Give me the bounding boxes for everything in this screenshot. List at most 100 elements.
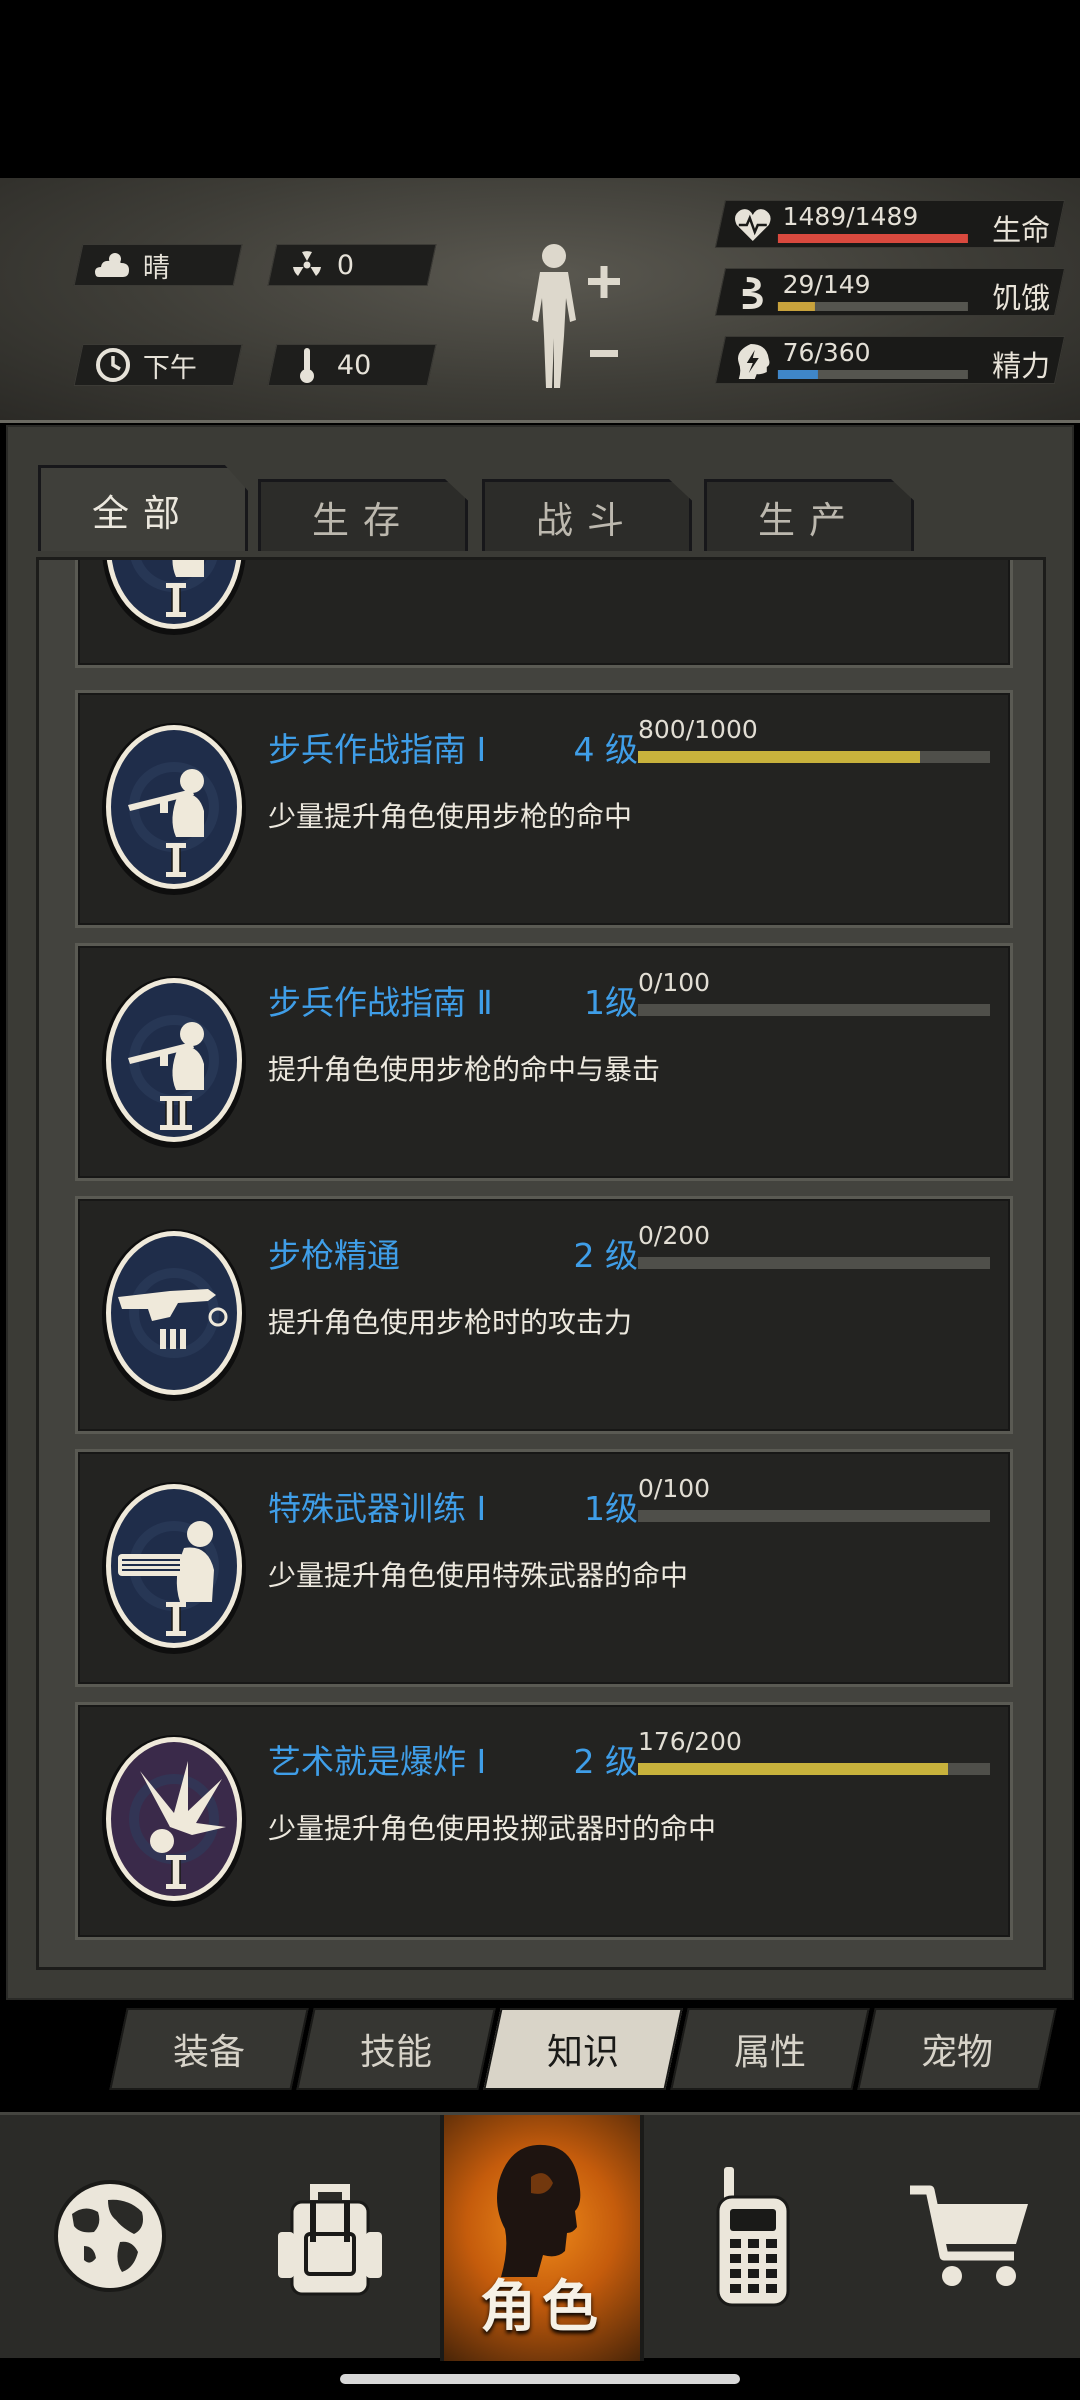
hunger-stat: 29/149 饥饿 — [714, 268, 1066, 316]
hunger-value: 29/149 — [782, 270, 871, 299]
knowledge-progress-text: 0/100 — [638, 968, 711, 997]
knowledge-progress-text: 0/200 — [638, 1221, 711, 1250]
tab-3[interactable]: 生产 — [704, 479, 914, 551]
knowledge-card[interactable]: 步兵作战指南 Ⅱ 1级 0/100 提升角色使用步枪的命中与暴击 — [75, 943, 1013, 1181]
knowledge-progress-fill — [638, 1763, 948, 1775]
rifleman-icon — [100, 719, 248, 899]
knowledge-progress-text: 0/100 — [638, 1474, 711, 1503]
weather-indicator: 晴 — [73, 244, 243, 286]
status-header: 晴 0 下午 40 1489/1489 生命 29/149 饥饿 76/360 … — [0, 178, 1080, 423]
subnav-tab-1[interactable]: 技能 — [296, 2008, 496, 2090]
knowledge-progress-bar — [638, 1004, 990, 1016]
knowledge-description: 少量提升角色使用投掷武器时的命中 — [268, 1812, 717, 1845]
bottom-navigation: 角色 — [0, 2112, 1080, 2361]
explosion-icon — [100, 1731, 248, 1911]
nav-map-button[interactable] — [0, 2115, 220, 2361]
knowledge-card[interactable]: 艺术就是爆炸 Ⅰ 2 级 176/200 少量提升角色使用投掷武器时的命中 — [75, 1702, 1013, 1940]
radiation-value: 0 — [337, 249, 355, 281]
time-of-day-text: 下午 — [143, 352, 197, 384]
health-stat: 1489/1489 生命 — [714, 200, 1066, 248]
tab-0[interactable]: 全部 — [38, 465, 248, 551]
cloud-sun-icon — [91, 244, 135, 286]
hunger-bar-fill — [777, 302, 815, 311]
tab-1[interactable]: 生存 — [258, 479, 468, 551]
radiation-icon — [285, 244, 329, 286]
character-subnav: 装备 技能 知识 属性 宠物 — [0, 2000, 1080, 2110]
subnav-tab-label: 知识 — [546, 2032, 619, 2073]
subnav-tab-0[interactable]: 装备 — [109, 2008, 309, 2090]
subnav-tab-4[interactable]: 宠物 — [857, 2008, 1057, 2090]
knowledge-card[interactable] — [75, 560, 1013, 668]
globe-icon — [50, 2176, 170, 2300]
energy-bar-fill — [777, 370, 818, 379]
rifleman-icon — [100, 972, 248, 1152]
knowledge-progress-bar — [638, 1763, 990, 1775]
hunger-icon — [733, 273, 773, 313]
knowledge-name: 特殊武器训练 Ⅰ — [268, 1489, 487, 1528]
knowledge-progress-fill — [638, 751, 920, 763]
hunger-label: 饥饿 — [992, 281, 1051, 315]
nav-shop-button[interactable] — [862, 2115, 1080, 2361]
energy-value: 76/360 — [782, 338, 871, 367]
backpack-icon — [270, 2174, 390, 2302]
knowledge-progress-text: 800/1000 — [638, 715, 758, 744]
knowledge-level: 2 级 — [573, 1742, 639, 1781]
hunger-bar — [777, 302, 968, 311]
knowledge-description: 少量提升角色使用步枪的命中 — [268, 800, 633, 833]
knowledge-list[interactable]: 步兵作战指南 Ⅰ 4 级 800/1000 少量提升角色使用步枪的命中 步兵作战… — [36, 557, 1046, 1970]
energy-bar — [777, 370, 968, 379]
knowledge-name: 艺术就是爆炸 Ⅰ — [268, 1742, 487, 1781]
subnav-tab-label: 宠物 — [920, 2032, 993, 2073]
health-value: 1489/1489 — [782, 202, 919, 231]
knowledge-level: 1级 — [584, 983, 638, 1022]
shopping-cart-icon — [906, 2176, 1036, 2300]
health-bar — [777, 234, 968, 243]
thermometer-icon — [285, 344, 329, 386]
health-label: 生命 — [992, 213, 1051, 247]
subnav-tab-label: 属性 — [733, 2032, 806, 2073]
rifle-icon — [100, 1225, 248, 1405]
home-indicator[interactable] — [340, 2374, 740, 2384]
knowledge-level: 1级 — [584, 1489, 638, 1528]
radio-icon — [708, 2165, 798, 2311]
knowledge-progress-bar — [638, 1257, 990, 1269]
knowledge-card[interactable]: 步枪精通 2 级 0/200 提升角色使用步枪时的攻击力 — [75, 1196, 1013, 1434]
knowledge-panel: 全部 生存 战斗 生产 步兵作战指南 Ⅰ 4 级 800/1000 少量提升角色使用步… — [6, 425, 1074, 2000]
subnav-tab-2[interactable]: 知识 — [483, 2008, 683, 2090]
knowledge-level: 2 级 — [573, 1236, 639, 1275]
health-icon — [733, 205, 773, 245]
knowledge-level: 4 级 — [573, 730, 639, 769]
subnav-tab-3[interactable]: 属性 — [670, 2008, 870, 2090]
knowledge-card[interactable]: 步兵作战指南 Ⅰ 4 级 800/1000 少量提升角色使用步枪的命中 — [75, 690, 1013, 928]
knowledge-progress-bar — [638, 751, 990, 763]
subnav-tab-label: 装备 — [172, 2032, 245, 2073]
energy-stat: 76/360 精力 — [714, 336, 1066, 384]
time-indicator: 下午 — [73, 344, 243, 386]
knowledge-progress-text: 176/200 — [638, 1727, 742, 1756]
tab-2[interactable]: 战斗 — [482, 479, 692, 551]
nav-character-label: 角色 — [480, 2275, 604, 2340]
rifleman-icon — [100, 560, 248, 639]
health-bar-fill — [777, 234, 968, 243]
knowledge-name: 步兵作战指南 Ⅱ — [268, 983, 493, 1022]
minigun-icon — [100, 1478, 248, 1658]
knowledge-name: 步兵作战指南 Ⅰ — [268, 730, 487, 769]
subnav-tab-label: 技能 — [359, 2032, 432, 2073]
knowledge-name: 步枪精通 — [268, 1236, 400, 1275]
energy-label: 精力 — [992, 349, 1051, 383]
character-body-icon[interactable] — [520, 240, 630, 390]
energy-icon — [733, 341, 773, 381]
knowledge-description: 提升角色使用步枪时的攻击力 — [268, 1306, 633, 1339]
nav-character-button[interactable]: 角色 — [440, 2115, 644, 2361]
knowledge-progress-bar — [638, 1510, 990, 1522]
nav-backpack-button[interactable] — [220, 2115, 440, 2361]
temperature-value: 40 — [337, 349, 372, 381]
nav-radio-button[interactable] — [644, 2115, 862, 2361]
temperature-indicator: 40 — [267, 344, 437, 386]
knowledge-card[interactable]: 特殊武器训练 Ⅰ 1级 0/100 少量提升角色使用特殊武器的命中 — [75, 1449, 1013, 1687]
clock-icon — [91, 344, 135, 386]
radiation-indicator: 0 — [267, 244, 437, 286]
knowledge-description: 提升角色使用步枪的命中与暴击 — [268, 1053, 661, 1086]
weather-text: 晴 — [143, 252, 170, 284]
knowledge-description: 少量提升角色使用特殊武器的命中 — [268, 1559, 689, 1592]
